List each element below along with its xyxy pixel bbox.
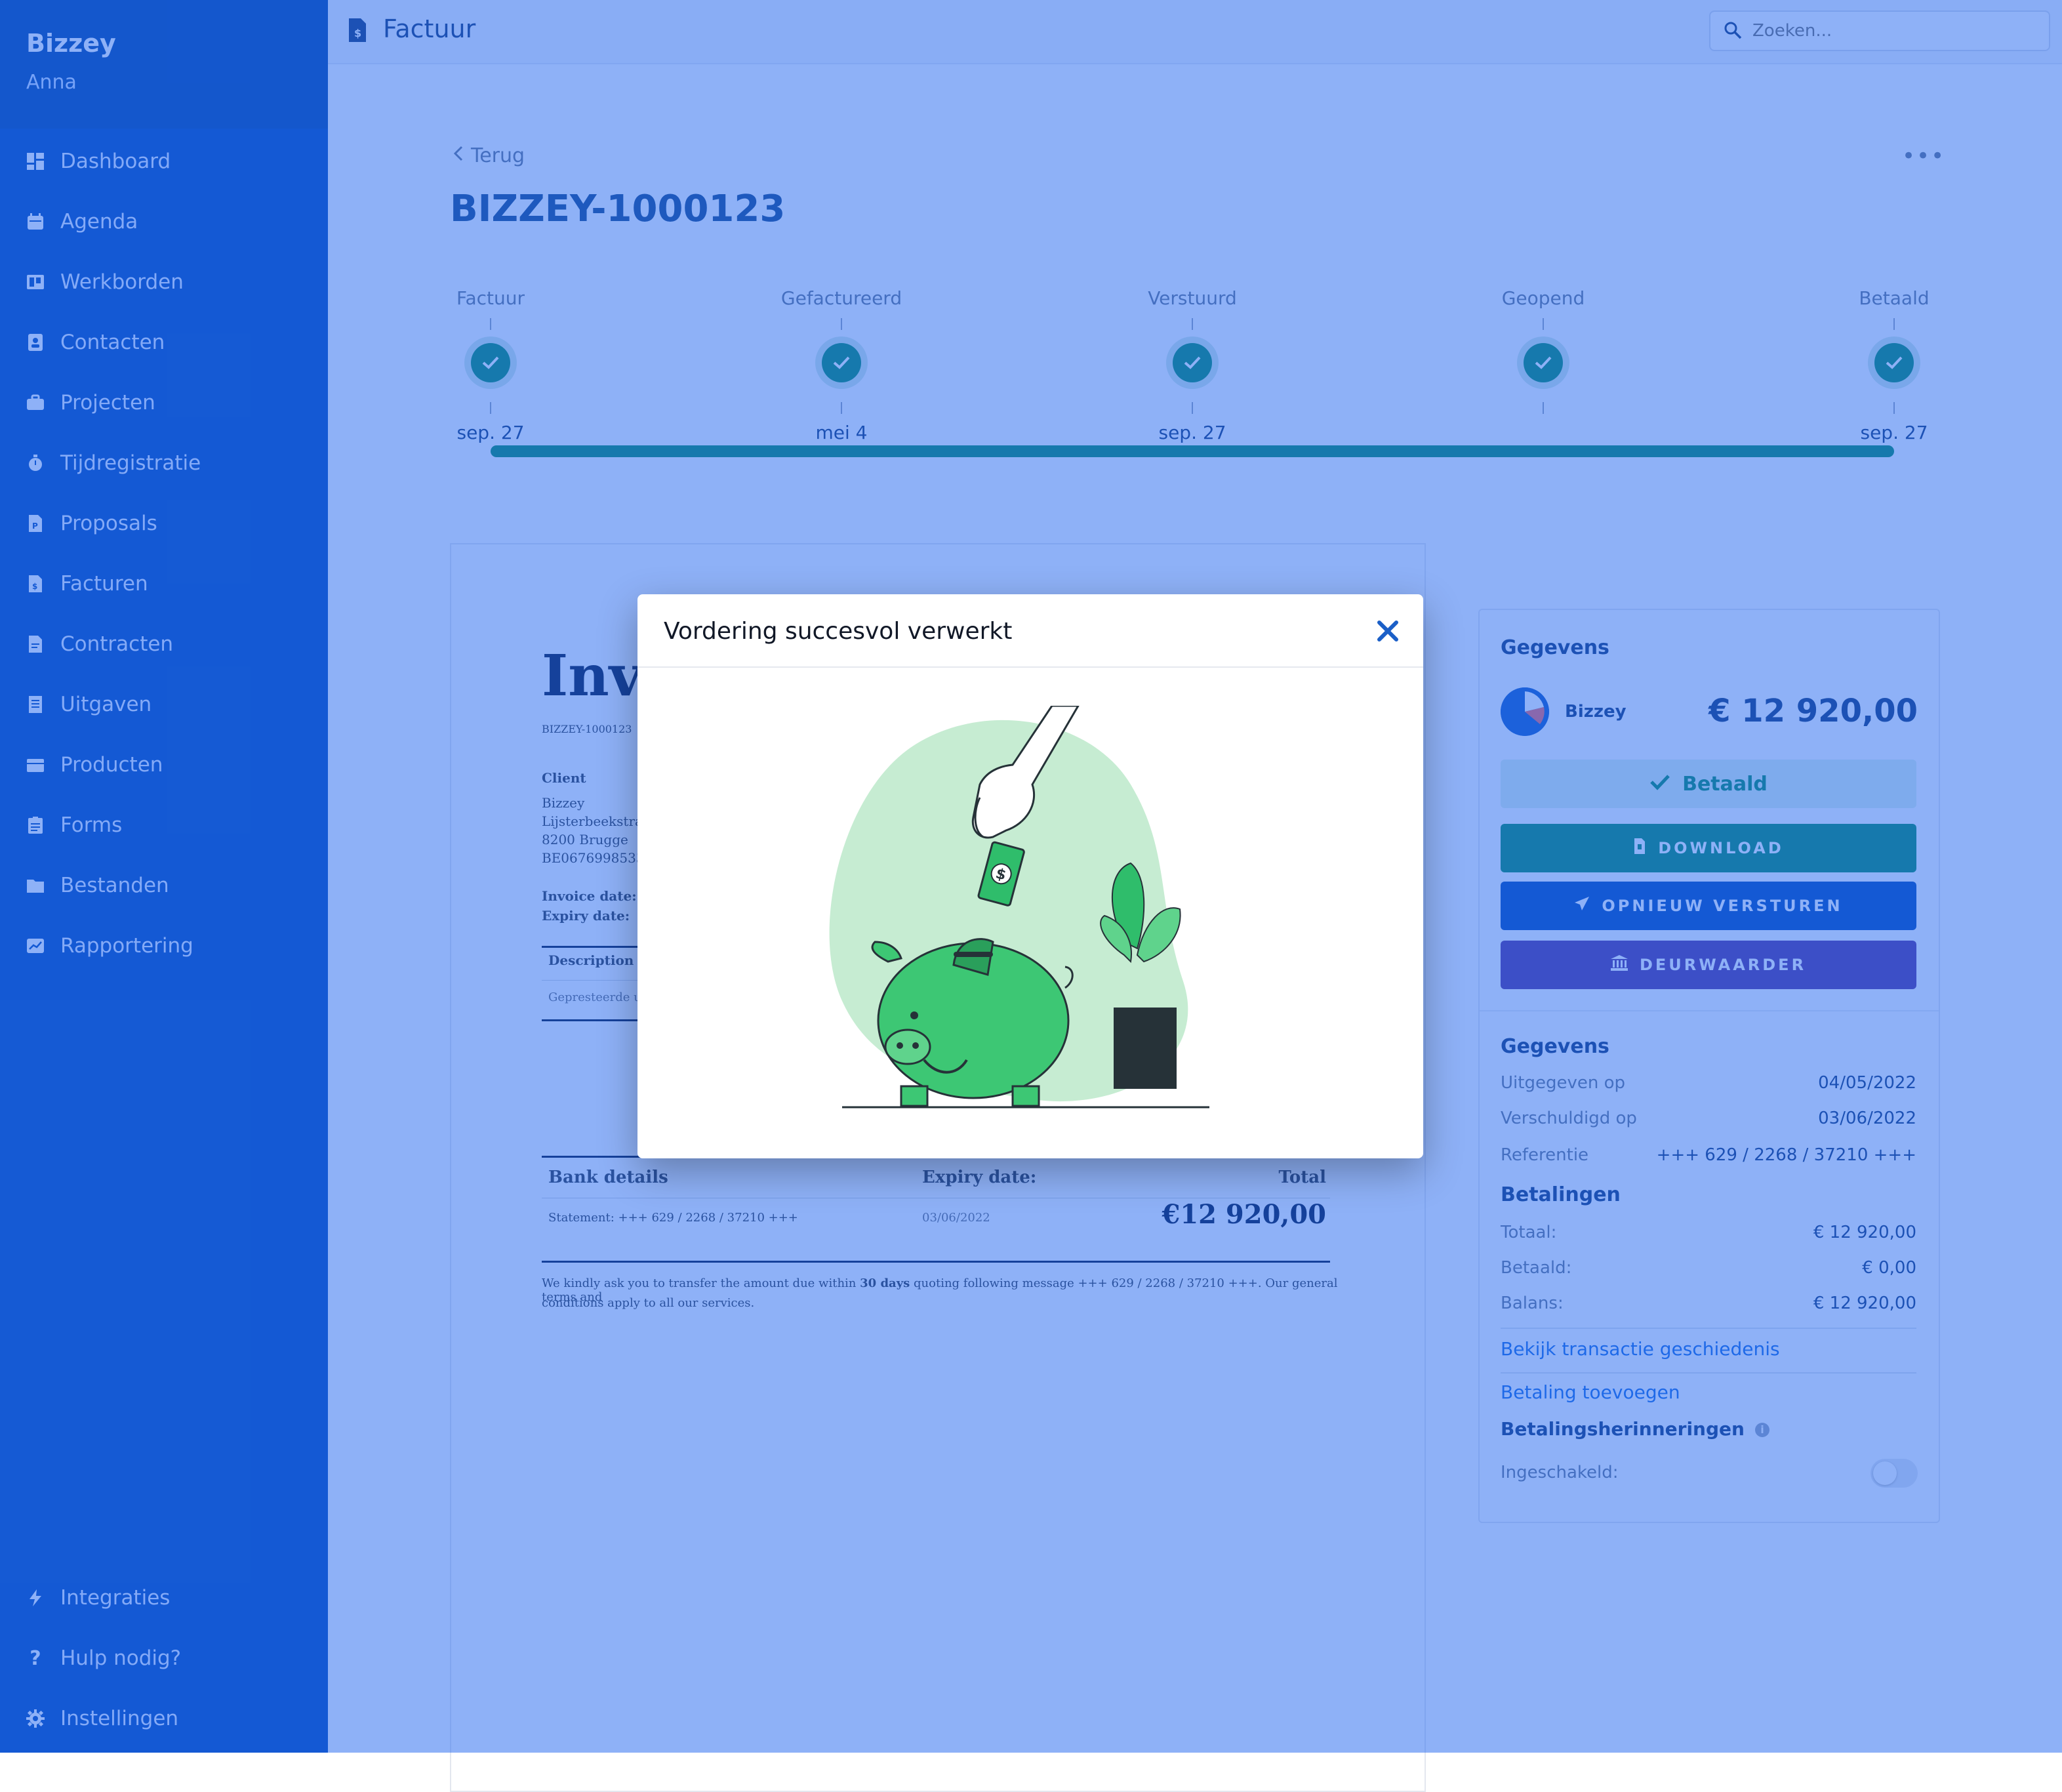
success-modal: Vordering succesvol verwerkt $ — [637, 594, 1423, 1158]
modal-header: Vordering succesvol verwerkt — [637, 594, 1423, 668]
modal-title: Vordering succesvol verwerkt — [664, 618, 1013, 645]
close-icon[interactable] — [1373, 617, 1402, 645]
piggy-bank-illustration: $ — [816, 704, 1236, 1115]
